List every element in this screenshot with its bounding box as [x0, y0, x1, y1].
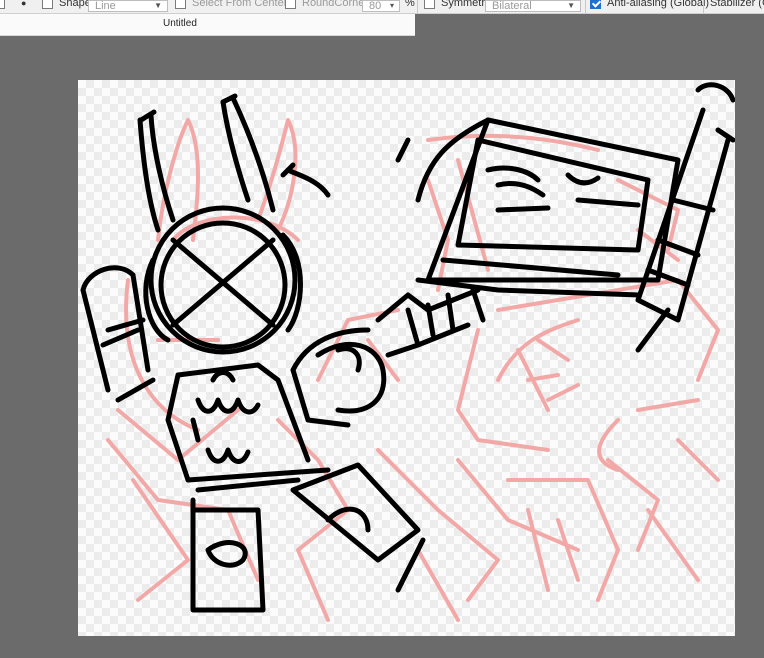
shape-checkbox-group[interactable]: Shape	[42, 0, 91, 10]
roundcorner-input[interactable]: 80 ▾	[362, 0, 400, 13]
tool-options-bar: ● Shape Line ▼ Select From Center RoundC…	[0, 0, 764, 14]
shape-checkbox[interactable]	[42, 0, 53, 9]
roundcorner-value: 80	[369, 0, 382, 12]
shape-label: Shape	[59, 0, 91, 9]
tool-checkbox[interactable]	[0, 0, 5, 10]
workspace-strip	[415, 14, 764, 35]
select-from-center-checkbox[interactable]	[175, 0, 186, 9]
antialiasing-group[interactable]: Anti-aliasing (Global)	[590, 0, 709, 10]
symmetry-label: Symmetry	[441, 0, 491, 9]
symmetry-select-value: Bilateral	[492, 0, 532, 12]
document-tab-bar: Untitled	[0, 14, 415, 36]
antialiasing-label: Anti-aliasing (Global)	[607, 0, 710, 9]
spinner-icon: ▾	[389, 1, 394, 10]
shape-select-value: Line	[95, 0, 116, 12]
toolbar-divider	[585, 0, 586, 13]
chevron-down-icon: ▼	[154, 1, 162, 10]
select-from-center-group[interactable]: Select From Center	[175, 0, 287, 10]
shape-select[interactable]: Line ▼	[88, 0, 168, 13]
stabilizer-label[interactable]: Stabilizer (Gl	[710, 0, 764, 10]
roundcorner-label: RoundCorner	[302, 0, 369, 9]
toolbar-divider	[703, 0, 704, 13]
bullet-icon: ●	[21, 0, 27, 8]
sketch-artwork	[80, 82, 735, 622]
chevron-down-icon: ▼	[567, 1, 575, 10]
toolbar-divider	[417, 0, 418, 13]
roundcorner-group[interactable]: RoundCorner	[285, 0, 368, 10]
symmetry-select[interactable]: Bilateral ▼	[485, 0, 581, 13]
document-tab-title[interactable]: Untitled	[163, 18, 197, 29]
select-from-center-label: Select From Center	[192, 0, 288, 9]
roundcorner-checkbox[interactable]	[285, 0, 296, 9]
roundcorner-unit: %	[405, 0, 415, 9]
drawing-canvas[interactable]	[78, 80, 735, 636]
antialiasing-checkbox[interactable]	[590, 0, 601, 9]
symmetry-checkbox[interactable]	[424, 0, 435, 9]
symmetry-group[interactable]: Symmetry	[424, 0, 491, 10]
